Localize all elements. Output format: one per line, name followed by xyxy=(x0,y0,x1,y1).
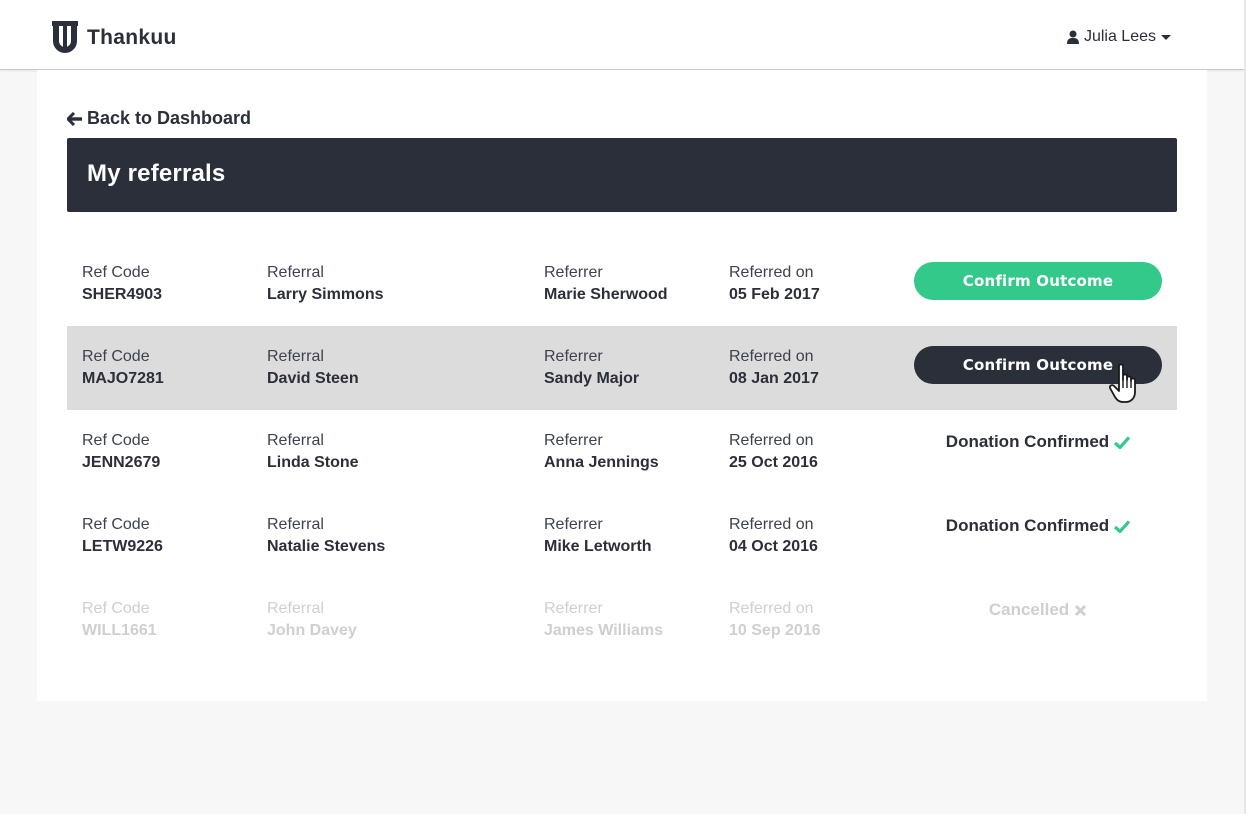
status-donation-confirmed: Donation Confirmed xyxy=(914,432,1162,452)
ref-code-value: JENN2679 xyxy=(82,454,161,471)
user-name: Julia Lees xyxy=(1083,28,1156,45)
ref-code-label: Ref Code xyxy=(82,516,150,533)
referred-on-label: Referred on xyxy=(729,348,814,365)
referred-on-value: 08 Jan 2017 xyxy=(729,370,819,387)
referrals-panel: Back to Dashboard My referrals Ref Code S… xyxy=(37,70,1207,701)
referrer-label: Referrer xyxy=(544,432,603,449)
back-to-dashboard-link[interactable]: Back to Dashboard xyxy=(67,108,251,129)
referrer-value: James Williams xyxy=(544,622,664,639)
hand-cursor-icon xyxy=(1109,363,1136,403)
caret-down-icon xyxy=(1161,34,1171,40)
referral-row: Ref Code JENN2679 Referral Linda Stone Ref… xyxy=(67,410,1177,494)
check-icon xyxy=(1114,519,1131,533)
ref-code-value: LETW9226 xyxy=(82,538,163,555)
referrer-label: Referrer xyxy=(544,264,603,281)
referrer-value: Marie Sherwood xyxy=(544,286,668,303)
referred-on-label: Referred on xyxy=(729,600,814,617)
close-icon xyxy=(1075,604,1087,616)
referral-row: Ref Code WILL1661 Referral John Davey Refe… xyxy=(67,578,1177,662)
check-icon xyxy=(1114,435,1131,449)
referrer-value: Sandy Major xyxy=(544,370,640,387)
referral-row: Ref Code LETW9226 Referral Natalie Stevens… xyxy=(67,494,1177,578)
referred-on-value: 25 Oct 2016 xyxy=(729,454,818,471)
referral-label: Referral xyxy=(267,600,324,617)
referred-on-value: 10 Sep 2016 xyxy=(729,622,821,639)
referral-label: Referral xyxy=(267,348,324,365)
ref-code-label: Ref Code xyxy=(82,432,150,449)
referrer-label: Referrer xyxy=(544,516,603,533)
page-title: My referrals xyxy=(87,160,226,187)
top-navbar: Thankuu Julia Lees xyxy=(0,0,1246,70)
referrals-list: Ref Code SHER4903 Referral Larry Simmons R… xyxy=(67,242,1177,662)
status-text: Donation Confirmed xyxy=(945,432,1110,451)
referrer-value: Anna Jennings xyxy=(544,454,659,471)
confirm-outcome-button[interactable]: Confirm Outcome xyxy=(914,262,1162,300)
referred-on-value: 04 Oct 2016 xyxy=(729,538,818,555)
referrer-value: Mike Letworth xyxy=(544,538,652,555)
status-donation-confirmed: Donation Confirmed xyxy=(914,516,1162,536)
thankuu-logo-icon xyxy=(52,21,78,53)
referral-value: David Steen xyxy=(267,370,359,387)
referred-on-value: 05 Feb 2017 xyxy=(729,286,820,303)
arrow-left-icon xyxy=(67,111,82,126)
brand-logo[interactable]: Thankuu xyxy=(52,21,177,54)
status-text: Cancelled xyxy=(988,600,1070,619)
referral-value: Linda Stone xyxy=(267,454,359,471)
user-menu[interactable]: Julia Lees xyxy=(1066,28,1171,46)
referral-row: Ref Code MAJO7281 Referral David Steen Ref… xyxy=(67,326,1177,410)
referral-label: Referral xyxy=(267,516,324,533)
ref-code-value: MAJO7281 xyxy=(82,370,164,387)
ref-code-label: Ref Code xyxy=(82,600,150,617)
referral-value: Natalie Stevens xyxy=(267,538,386,555)
ref-code-value: SHER4903 xyxy=(82,286,163,303)
status-cancelled: Cancelled xyxy=(914,600,1162,620)
referral-value: Larry Simmons xyxy=(267,286,384,303)
referred-on-label: Referred on xyxy=(729,516,814,533)
brand-name: Thankuu xyxy=(87,25,177,49)
page-header: My referrals xyxy=(67,138,1177,212)
referrer-label: Referrer xyxy=(544,348,603,365)
referral-label: Referral xyxy=(267,264,324,281)
referred-on-label: Referred on xyxy=(729,432,814,449)
ref-code-value: WILL1661 xyxy=(82,622,157,639)
referrer-label: Referrer xyxy=(544,600,603,617)
ref-code-label: Ref Code xyxy=(82,348,150,365)
referral-label: Referral xyxy=(267,432,324,449)
ref-code-label: Ref Code xyxy=(82,264,150,281)
status-text: Donation Confirmed xyxy=(945,516,1110,535)
referral-value: John Davey xyxy=(267,622,357,639)
referral-row: Ref Code SHER4903 Referral Larry Simmons R… xyxy=(67,242,1177,326)
user-icon xyxy=(1066,30,1079,44)
back-link-label: Back to Dashboard xyxy=(87,108,252,128)
referred-on-label: Referred on xyxy=(729,264,814,281)
